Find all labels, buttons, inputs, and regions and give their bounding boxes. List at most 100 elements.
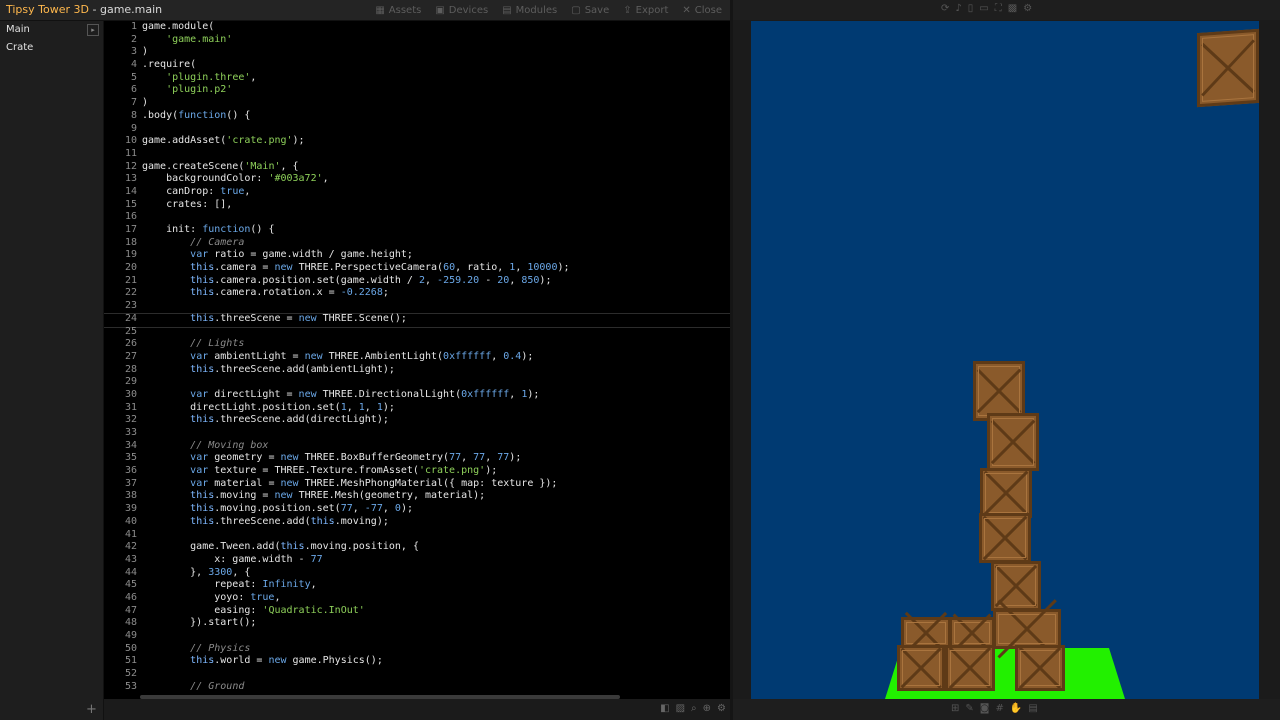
scene-item-crate[interactable]: Crate — [0, 39, 103, 57]
fullscreen-icon[interactable]: ⛶ — [995, 3, 1002, 14]
menu-label: Export — [635, 4, 669, 16]
menu-label: Assets — [388, 4, 422, 16]
code-line[interactable] — [142, 376, 730, 389]
play-scene-icon[interactable]: ▸ — [87, 24, 99, 36]
code-line[interactable] — [142, 148, 730, 161]
code-line[interactable] — [142, 630, 730, 643]
code-line[interactable]: var texture = THREE.Texture.fromAsset('c… — [142, 465, 730, 478]
code-line[interactable]: this.camera.position.set(game.width / 2,… — [142, 275, 730, 288]
menu-modules[interactable]: ▤ Modules — [502, 5, 557, 16]
code-line[interactable]: // Physics — [142, 643, 730, 656]
code-line[interactable]: }).start(); — [142, 617, 730, 630]
scene-item-main[interactable]: Main ▸ — [0, 21, 103, 39]
code-line[interactable]: backgroundColor: '#003a72', — [142, 173, 730, 186]
code-line[interactable] — [142, 211, 730, 224]
message-icon[interactable]: ▤ — [1028, 703, 1037, 714]
line-number: 52 — [124, 668, 137, 680]
code-line[interactable]: game.addAsset('crate.png'); — [142, 135, 730, 148]
code-line[interactable]: // Ground — [142, 681, 730, 694]
menu-export[interactable]: ⇪ Export — [623, 5, 668, 16]
screenshot-icon[interactable]: ▩ — [1008, 3, 1017, 14]
code-line[interactable]: ) — [142, 46, 730, 59]
code-line[interactable]: // Moving box — [142, 440, 730, 453]
menu-assets[interactable]: ▦ Assets — [375, 5, 421, 16]
frame-icon[interactable]: ▭ — [979, 3, 988, 14]
search-icon[interactable]: ⌕ — [691, 703, 697, 714]
code-line[interactable]: 'plugin.three', — [142, 72, 730, 85]
line-number: 23 — [124, 300, 137, 312]
code-line[interactable]: repeat: Infinity, — [142, 579, 730, 592]
code-line[interactable]: // Camera — [142, 237, 730, 250]
line-number: 28 — [124, 363, 137, 375]
line-number: 11 — [124, 147, 137, 159]
code-line[interactable]: this.threeScene.add(directLight); — [142, 414, 730, 427]
code-line[interactable]: .body(function() { — [142, 110, 730, 123]
scene-sidebar: Main ▸ Crate + — [0, 21, 104, 720]
code-line[interactable]: var geometry = new THREE.BoxBufferGeomet… — [142, 452, 730, 465]
code-line[interactable]: 'plugin.p2' — [142, 84, 730, 97]
code-line[interactable]: yoyo: true, — [142, 592, 730, 605]
panel-divider[interactable] — [730, 0, 733, 720]
code-line[interactable]: easing: 'Quadratic.InOut' — [142, 605, 730, 618]
code-line[interactable]: game.Tween.add(this.moving.position, { — [142, 541, 730, 554]
layout-icon[interactable]: ◧ — [660, 703, 669, 714]
line-number: 47 — [124, 604, 137, 616]
code-line[interactable]: var ratio = game.width / game.height; — [142, 249, 730, 262]
menu-close[interactable]: ✕ Close — [682, 5, 722, 16]
code-line[interactable]: this.moving.position.set(77, -77, 0); — [142, 503, 730, 516]
code-line[interactable]: this.threeScene.add(this.moving); — [142, 516, 730, 529]
hand-icon[interactable]: ✋ — [1010, 703, 1022, 714]
code-line[interactable]: this.moving = new THREE.Mesh(geometry, m… — [142, 490, 730, 503]
code-line[interactable]: this.threeScene = new THREE.Scene(); — [142, 313, 730, 326]
code-editor[interactable]: 1 2 3 4 5 6 7 8 9 10 11 12 13 14 15 16 17 18 19 20 21 22 23 24 2… — [104, 21, 730, 699]
code-line[interactable]: canDrop: true, — [142, 186, 730, 199]
add-scene-button[interactable]: + — [86, 702, 97, 717]
code-line[interactable]: var material = new THREE.MeshPhongMateri… — [142, 478, 730, 491]
devices-icon: ▣ — [435, 4, 445, 16]
reload-icon[interactable]: ⟳ — [941, 3, 949, 14]
line-number: 39 — [124, 503, 137, 515]
code-line[interactable]: x: game.width - 77 — [142, 554, 730, 567]
code-line[interactable]: init: function() { — [142, 224, 730, 237]
code-line[interactable]: game.module( — [142, 21, 730, 34]
code-line[interactable]: 'game.main' — [142, 34, 730, 47]
code-content[interactable]: game.module( 'game.main') .require( 'plug… — [142, 21, 730, 693]
device-icon[interactable]: ▯ — [968, 3, 974, 14]
code-line[interactable] — [142, 326, 730, 339]
code-line[interactable] — [142, 668, 730, 681]
code-line[interactable] — [142, 427, 730, 440]
code-line[interactable]: crates: [], — [142, 199, 730, 212]
gear-icon[interactable]: ⚙ — [1023, 3, 1032, 14]
code-line[interactable]: // Lights — [142, 338, 730, 351]
code-line[interactable]: }, 3300, { — [142, 567, 730, 580]
code-line[interactable]: game.createScene('Main', { — [142, 161, 730, 174]
base-crate — [897, 645, 945, 691]
code-line[interactable]: this.world = new game.Physics(); — [142, 655, 730, 668]
code-line[interactable]: this.camera.rotation.x = -0.2268; — [142, 287, 730, 300]
code-line[interactable]: this.threeScene.add(ambientLight); — [142, 364, 730, 377]
pencil-icon[interactable]: ✎ — [965, 703, 973, 714]
menu-save[interactable]: ▢ Save — [571, 5, 609, 16]
code-line[interactable]: var ambientLight = new THREE.AmbientLigh… — [142, 351, 730, 364]
line-number: 34 — [124, 439, 137, 451]
code-line[interactable] — [142, 529, 730, 542]
code-line[interactable] — [142, 300, 730, 313]
code-line[interactable]: directLight.position.set(1, 1, 1); — [142, 402, 730, 415]
sound-icon[interactable]: ♪ — [955, 3, 961, 14]
hash-icon[interactable]: # — [995, 703, 1003, 714]
zoom-icon[interactable]: ⊕ — [703, 703, 711, 714]
code-line[interactable]: var directLight = new THREE.DirectionalL… — [142, 389, 730, 402]
base-crate — [993, 609, 1061, 649]
code-line[interactable]: ) — [142, 97, 730, 110]
game-preview[interactable] — [751, 21, 1259, 699]
code-line[interactable]: .require( — [142, 59, 730, 72]
menu-devices[interactable]: ▣ Devices — [435, 5, 488, 16]
code-line[interactable] — [142, 123, 730, 136]
code-line[interactable]: this.camera = new THREE.PerspectiveCamer… — [142, 262, 730, 275]
line-number: 27 — [124, 350, 137, 362]
grid-icon[interactable]: ⊞ — [951, 703, 959, 714]
camera-icon[interactable]: ◙ — [980, 703, 990, 714]
settings-icon[interactable]: ⚙ — [717, 703, 726, 714]
line-number: 48 — [124, 617, 137, 629]
image-icon[interactable]: ▨ — [676, 703, 685, 714]
